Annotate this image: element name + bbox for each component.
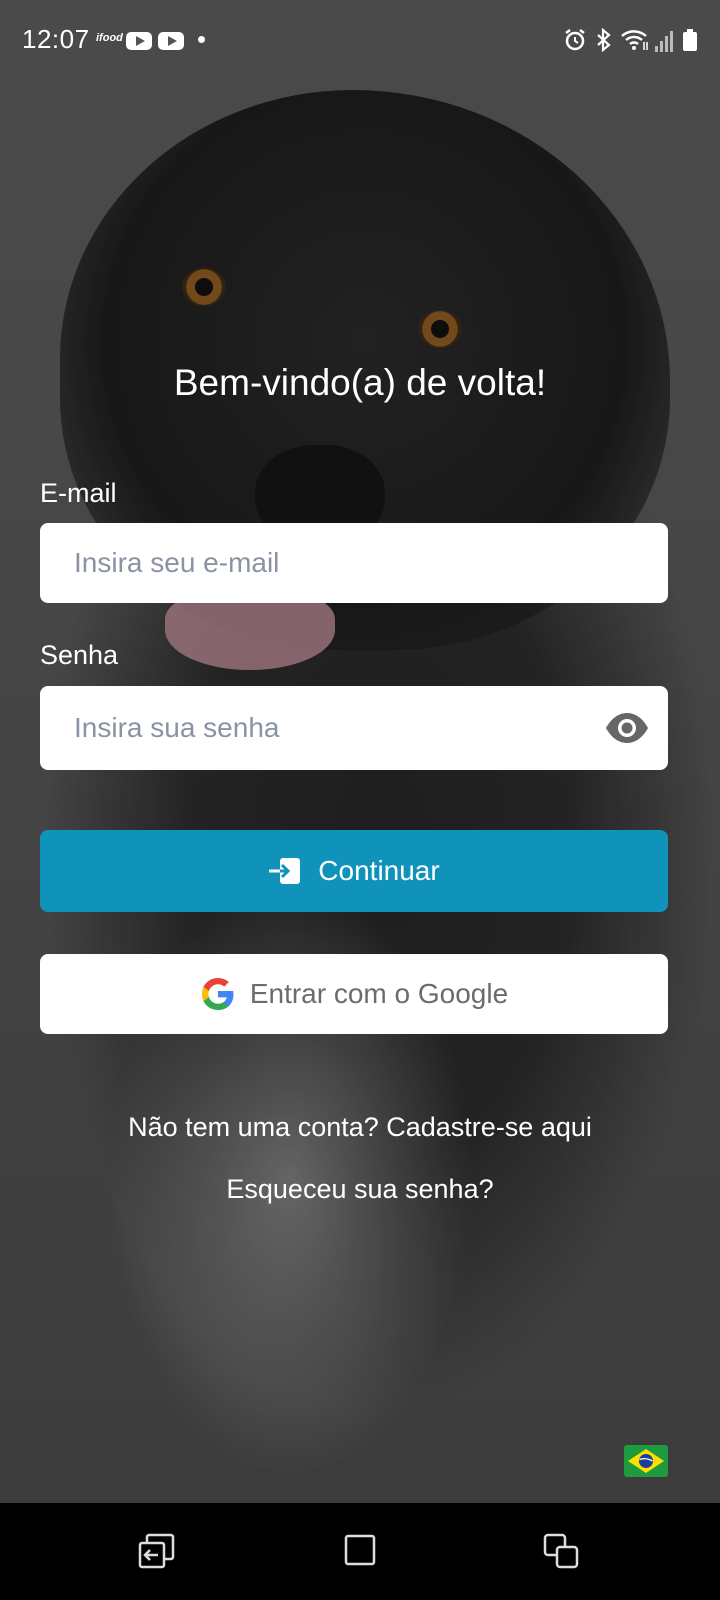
- login-arrow-icon: [269, 858, 301, 884]
- show-password-eye-icon[interactable]: [604, 710, 650, 746]
- bluetooth-icon: [597, 28, 611, 52]
- forgot-password-link[interactable]: Esqueceu sua senha?: [0, 1174, 720, 1205]
- email-label: E-mail: [40, 478, 117, 508]
- youtube-icon: [126, 32, 152, 50]
- password-placeholder: Insira sua senha: [74, 712, 280, 743]
- alarm-icon: [565, 29, 585, 51]
- home-icon[interactable]: [343, 1533, 377, 1567]
- status-time: 12:07: [22, 24, 90, 54]
- google-label: Entrar com o Google: [249, 978, 509, 1009]
- password-label: Senha: [40, 640, 119, 670]
- google-icon: [201, 978, 234, 1010]
- continue-button[interactable]: Continuar: [40, 830, 668, 912]
- signal-icon: [655, 31, 673, 52]
- recents-icon[interactable]: [543, 1533, 579, 1569]
- app-screen: 12:07 ifood Bem-vindo(a) de volta! E-mai…: [0, 0, 720, 1503]
- ifood-icon: ifood: [96, 32, 123, 44]
- back-icon[interactable]: [138, 1533, 176, 1569]
- google-signin-button[interactable]: Entrar com o Google: [40, 954, 668, 1034]
- notification-dot: [198, 36, 205, 43]
- brazil-flag-icon[interactable]: [624, 1445, 668, 1477]
- signup-link[interactable]: Não tem uma conta? Cadastre-se aqui: [0, 1112, 720, 1143]
- youtube-icon: [158, 32, 184, 50]
- page-title: Bem-vindo(a) de volta!: [173, 362, 547, 403]
- email-field[interactable]: Insira seu e-mail: [40, 523, 668, 603]
- password-field[interactable]: Insira sua senha: [40, 686, 668, 770]
- wifi-icon: [621, 30, 648, 50]
- status-bar: 12:07 ifood: [0, 0, 720, 80]
- navigation-bar: [0, 1503, 720, 1600]
- battery-icon: [683, 29, 697, 51]
- email-placeholder: Insira seu e-mail: [74, 547, 280, 578]
- continue-label: Continuar: [318, 855, 440, 886]
